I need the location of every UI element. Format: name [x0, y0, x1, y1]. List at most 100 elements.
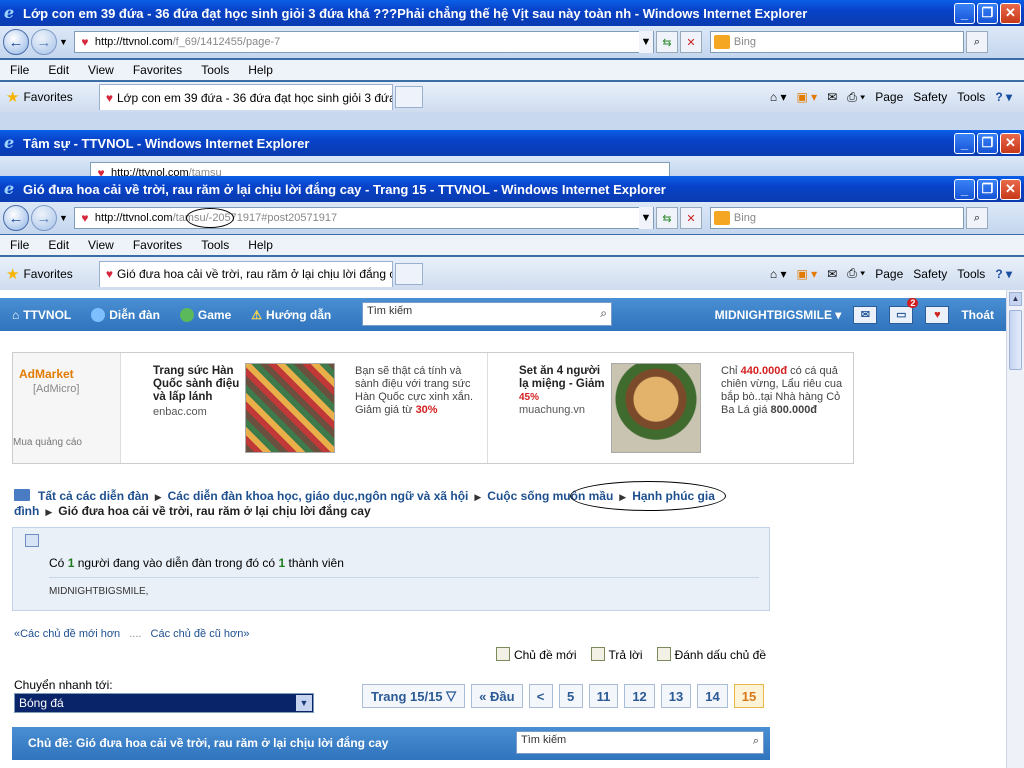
- bing-search-input-1[interactable]: Bing: [709, 31, 964, 53]
- print-icon[interactable]: ⎙ ▾: [847, 90, 865, 105]
- safety-menu[interactable]: Safety: [913, 267, 947, 281]
- menu-favorites[interactable]: Favorites: [133, 238, 182, 252]
- scrollbar-thumb[interactable]: [1009, 310, 1022, 370]
- history-dropdown-icon[interactable]: ▼: [59, 37, 68, 47]
- menu-help[interactable]: Help: [248, 63, 273, 77]
- thread-search-input[interactable]: Tìm kiếm ⌕: [516, 731, 764, 754]
- mark-thread-button[interactable]: Đánh dấu chủ đề: [656, 647, 766, 662]
- new-tab-button[interactable]: [394, 262, 423, 285]
- search-icon[interactable]: ⌕: [753, 735, 759, 748]
- menu-view[interactable]: View: [88, 63, 114, 77]
- minimize-button[interactable]: _: [954, 2, 975, 24]
- feeds-icon[interactable]: ▣ ▾: [796, 267, 817, 281]
- page-12[interactable]: 12: [624, 684, 655, 708]
- bing-search-input-3[interactable]: Bing: [709, 207, 964, 229]
- page-menu[interactable]: Page: [875, 267, 903, 281]
- address-bar-3[interactable]: ♥ http://ttvnol.com/tamsu/-20571917#post…: [73, 207, 654, 229]
- page-13[interactable]: 13: [660, 684, 692, 708]
- page-prev[interactable]: <: [528, 684, 553, 708]
- tools-menu[interactable]: Tools: [957, 267, 985, 281]
- nav-guide[interactable]: ⚠ Hướng dẫn: [251, 308, 331, 322]
- menu-file[interactable]: File: [10, 238, 29, 252]
- breadcrumb-science[interactable]: Các diễn đàn khoa học, giáo dục,ngôn ngữ…: [168, 489, 469, 503]
- ad-image-food[interactable]: [611, 363, 701, 453]
- window-titlebar-3[interactable]: e Gió đưa hoa cải về trời, rau răm ở lại…: [0, 176, 1024, 202]
- site-search-input[interactable]: Tìm kiếm ⌕: [362, 302, 612, 326]
- notification-icon[interactable]: ▭ 2: [889, 297, 919, 324]
- tools-menu[interactable]: Tools: [957, 90, 985, 104]
- restore-button[interactable]: ❐: [977, 2, 998, 24]
- menu-edit[interactable]: Edit: [48, 238, 69, 252]
- admarket-logo[interactable]: AdMarket [AdMicro] Mua quảng cáo: [13, 353, 121, 463]
- page-first[interactable]: « Đầu: [471, 684, 523, 708]
- address-dropdown-icon[interactable]: ▼: [638, 31, 653, 53]
- refresh-button[interactable]: ⇆: [655, 31, 678, 53]
- back-button[interactable]: ←: [3, 29, 29, 55]
- address-dropdown-icon[interactable]: ▼: [638, 207, 653, 229]
- menu-tools[interactable]: Tools: [201, 63, 229, 77]
- stop-button[interactable]: ✕: [679, 31, 702, 53]
- logout-link[interactable]: Thoát: [961, 308, 994, 322]
- menu-edit[interactable]: Edit: [48, 63, 69, 77]
- page-11[interactable]: 11: [588, 684, 619, 708]
- scroll-up-icon[interactable]: ▲: [1009, 292, 1022, 306]
- page-5[interactable]: 5: [558, 684, 583, 708]
- close-button[interactable]: ✕: [1000, 178, 1021, 200]
- favorites-button[interactable]: Favorites: [23, 267, 72, 281]
- back-button[interactable]: ←: [3, 205, 29, 231]
- minimize-button[interactable]: _: [954, 178, 975, 200]
- address-bar-1[interactable]: ♥ http://ttvnol.com/f_69/1412455/page-7 …: [73, 31, 654, 53]
- nav-game[interactable]: Game: [179, 307, 231, 322]
- window-titlebar-1[interactable]: e Lớp con em 39 đứa - 36 đứa đạt học sin…: [0, 0, 1024, 26]
- feeds-icon[interactable]: ▣ ▾: [796, 90, 817, 104]
- older-threads-link[interactable]: Các chủ đề cũ hơn»: [151, 628, 250, 640]
- nav-ttvnol[interactable]: ⌂ TTVNOL: [12, 308, 71, 322]
- stop-button[interactable]: ✕: [679, 207, 702, 229]
- forward-button[interactable]: →: [31, 205, 57, 231]
- menu-favorites[interactable]: Favorites: [133, 63, 182, 77]
- address-bar-2[interactable]: ♥ http://ttvnol.com/tamsu: [90, 162, 670, 176]
- home-icon[interactable]: ⌂ ▾: [770, 267, 787, 281]
- heart-icon[interactable]: ♥: [925, 305, 950, 324]
- browser-tab-3[interactable]: ♥ Gió đưa hoa cải về trời, rau răm ở lại …: [98, 260, 393, 287]
- page-14[interactable]: 14: [697, 684, 728, 708]
- forward-button[interactable]: →: [31, 29, 57, 55]
- refresh-button[interactable]: ⇆: [655, 207, 678, 229]
- menu-help[interactable]: Help: [248, 238, 273, 252]
- restore-button[interactable]: ❐: [977, 132, 998, 154]
- home-icon[interactable]: ⌂ ▾: [770, 90, 787, 104]
- favorites-button[interactable]: Favorites: [23, 90, 72, 104]
- forum-jump-select[interactable]: Bóng đá ▼: [14, 693, 314, 713]
- minimize-button[interactable]: _: [954, 132, 975, 154]
- new-thread-button[interactable]: Chủ đề mới: [495, 647, 577, 662]
- ad-item-1[interactable]: Trang sức Hàn Quốc sành điệu và lấp lánh…: [153, 365, 241, 419]
- new-tab-button[interactable]: [394, 86, 423, 108]
- mail-icon[interactable]: ✉: [827, 90, 837, 104]
- window-titlebar-2[interactable]: e Tâm sự - TTVNOL - Windows Internet Exp…: [0, 130, 1024, 156]
- vertical-scrollbar[interactable]: ▲: [1006, 290, 1024, 768]
- username-menu[interactable]: MIDNIGHTBIGSMILE ▾: [715, 308, 842, 322]
- newer-threads-link[interactable]: «Các chủ đề mới hơn: [14, 628, 120, 640]
- page-label[interactable]: Trang 15/15 ▽: [362, 684, 466, 708]
- nav-forum[interactable]: Diễn đàn: [91, 307, 160, 322]
- close-button[interactable]: ✕: [1000, 2, 1021, 24]
- help-icon[interactable]: ? ▾: [995, 267, 1012, 281]
- menu-tools[interactable]: Tools: [201, 238, 229, 252]
- search-button[interactable]: ⌕: [965, 207, 988, 229]
- breadcrumb-all-forums[interactable]: Tất cả các diễn đàn: [38, 489, 149, 503]
- mail-icon[interactable]: ✉: [853, 305, 878, 324]
- restore-button[interactable]: ❐: [977, 178, 998, 200]
- help-icon[interactable]: ? ▾: [995, 90, 1012, 104]
- menu-file[interactable]: File: [10, 63, 29, 77]
- online-member-name[interactable]: MIDNIGHTBIGSMILE,: [49, 586, 148, 597]
- menu-view[interactable]: View: [88, 238, 114, 252]
- print-icon[interactable]: ⎙ ▾: [847, 266, 865, 281]
- reply-button[interactable]: Trả lời: [590, 647, 643, 662]
- safety-menu[interactable]: Safety: [913, 90, 947, 104]
- browser-tab-1[interactable]: ♥ Lớp con em 39 đứa - 36 đứa đạt học sinh…: [98, 84, 393, 110]
- page-menu[interactable]: Page: [875, 90, 903, 104]
- ad-image-jewelry[interactable]: [245, 363, 335, 453]
- search-button[interactable]: ⌕: [965, 31, 988, 53]
- ad-item-2[interactable]: Set ăn 4 người lạ miệng - Giảm 45% muach…: [519, 365, 607, 417]
- chevron-down-icon[interactable]: ▼: [296, 695, 312, 711]
